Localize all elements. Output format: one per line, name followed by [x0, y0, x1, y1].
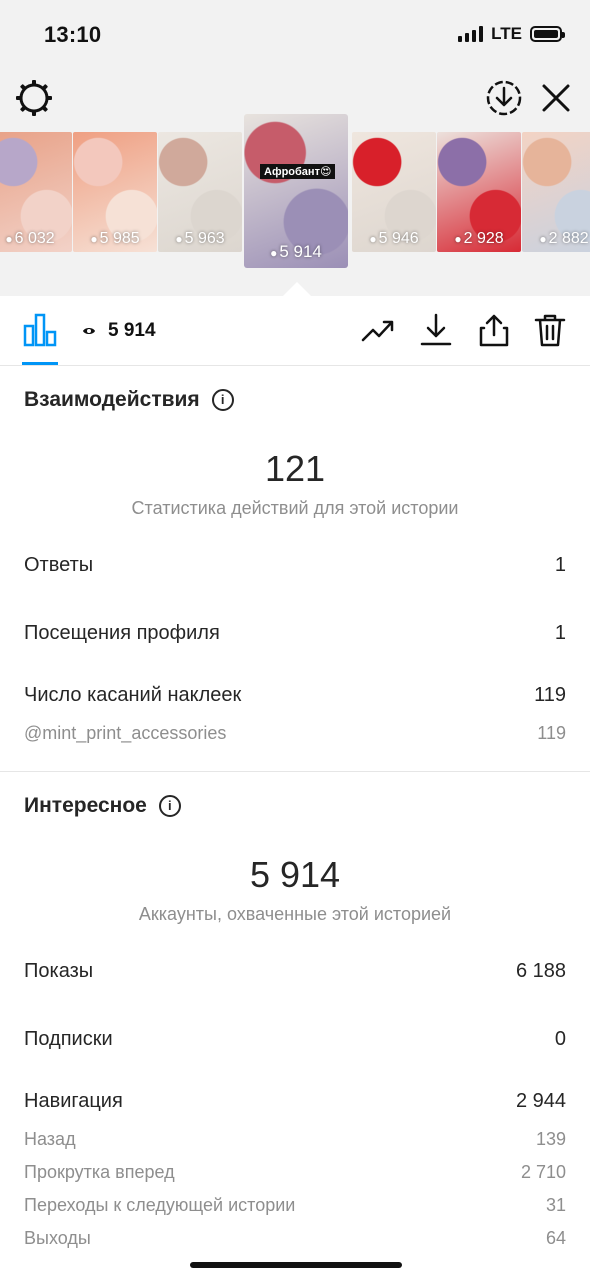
- story-thumbnail-active[interactable]: Афробант😍 ● 5 914: [244, 114, 348, 268]
- stat-row-replies: Ответы 1: [24, 554, 566, 577]
- story-caption: Афробант😍: [260, 164, 336, 179]
- trash-icon[interactable]: [532, 312, 568, 348]
- stat-label: Показы: [24, 960, 94, 982]
- story-views-value: 5 946: [378, 230, 419, 247]
- share-icon[interactable]: [476, 312, 512, 348]
- story-view-count: ● 6 032: [0, 230, 72, 248]
- stat-row-impressions: Показы 6 188: [24, 960, 566, 983]
- stat-value: 64: [545, 1228, 566, 1248]
- stat-value: 31: [545, 1195, 566, 1215]
- stat-value: 2 710: [520, 1162, 566, 1182]
- stat-value: 2 944: [515, 1090, 566, 1112]
- status-bar: 13:10 LTE: [0, 0, 590, 72]
- settings-gear-icon[interactable]: [14, 78, 54, 118]
- interactions-total: 121: [264, 448, 326, 489]
- story-view-count: ● 2 928: [437, 230, 521, 248]
- download-circle-icon[interactable]: [484, 78, 524, 118]
- story-views-value: 2 928: [463, 230, 504, 247]
- battery-icon: [530, 26, 565, 42]
- story-thumbnail[interactable]: ● 5 963: [158, 132, 242, 252]
- story-views-value: 5 963: [184, 230, 225, 247]
- story-view-count: ● 5 914: [244, 242, 348, 262]
- story-view-count: ● 5 985: [73, 230, 157, 248]
- stat-value: 6 188: [515, 960, 566, 982]
- stat-label: Переходы к следующей истории: [24, 1195, 296, 1215]
- stat-subrow-forward: Прокрутка вперед 2 710: [24, 1162, 566, 1183]
- info-icon[interactable]: i: [211, 389, 234, 411]
- trending-icon[interactable]: [360, 312, 396, 348]
- stat-subrow-next-story: Переходы к следующей истории 31: [24, 1195, 566, 1216]
- signal-icon: [458, 26, 484, 42]
- stat-subrow-exits: Выходы 64: [24, 1228, 566, 1249]
- stat-label: Ответы: [24, 554, 94, 576]
- stat-value: 0: [554, 1028, 566, 1050]
- network-label: LTE: [491, 24, 522, 43]
- home-indicator[interactable]: [190, 1262, 402, 1268]
- active-tab-indicator: [22, 362, 58, 365]
- stat-row-navigation: Навигация 2 944: [24, 1090, 566, 1113]
- story-view-count: ● 2 882: [522, 230, 590, 248]
- insights-toolbar: 5 914: [0, 296, 590, 366]
- discovery-subtitle: Аккаунты, охваченные этой историей: [138, 904, 452, 924]
- interactions-heading: Взаимодействия i: [24, 388, 234, 412]
- story-view-count: ● 5 963: [158, 230, 242, 248]
- discovery-total: 5 914: [249, 854, 341, 895]
- stat-row-follows: Подписки 0: [24, 1028, 566, 1051]
- stat-label: Выходы: [24, 1228, 91, 1248]
- stat-label: Назад: [24, 1129, 76, 1149]
- stat-row-profile-visits: Посещения профиля 1: [24, 622, 566, 645]
- stat-subrow-mention[interactable]: @mint_print_accessories 119: [24, 723, 566, 744]
- eye-icon: ●: [90, 232, 98, 246]
- story-views-value: 6 032: [14, 230, 55, 247]
- stat-value: 119: [537, 723, 566, 743]
- stat-row-sticker-taps: Число касаний наклеек 119: [24, 684, 566, 707]
- story-thumbnail[interactable]: ● 2 882: [522, 132, 590, 252]
- discovery-title: Интересное: [24, 794, 147, 817]
- story-views-value: 5 914: [279, 242, 322, 261]
- selection-caret: [283, 282, 311, 296]
- story-thumbnail[interactable]: ● 5 985: [73, 132, 157, 252]
- story-views-value: 5 985: [99, 230, 140, 247]
- eye-icon: ●: [270, 246, 278, 260]
- interactions-subtitle: Статистика действий для этой истории: [131, 498, 459, 518]
- bar-chart-icon[interactable]: [22, 312, 58, 348]
- eye-icon: [83, 328, 95, 334]
- stat-label: Подписки: [24, 1028, 113, 1050]
- story-thumbnail[interactable]: ● 6 032: [0, 132, 72, 252]
- eye-icon: ●: [175, 232, 183, 246]
- status-time: 13:10: [44, 22, 102, 47]
- story-header: ● 6 032 ● 5 985 ● 5 963 Афробант😍 ● 5 914 ● 5 946 ●…: [0, 72, 590, 296]
- section-divider: [0, 771, 590, 772]
- stat-value: 139: [535, 1129, 566, 1149]
- interactions-title: Взаимодействия: [24, 388, 200, 411]
- stat-label: Навигация: [24, 1090, 123, 1112]
- status-indicators: LTE: [458, 24, 565, 44]
- close-icon[interactable]: [538, 78, 574, 118]
- story-thumbnail[interactable]: ● 2 928: [437, 132, 521, 252]
- eye-icon: ●: [5, 232, 13, 246]
- stat-subrow-back: Назад 139: [24, 1129, 566, 1150]
- eye-icon: ●: [369, 232, 377, 246]
- story-views-value: 2 882: [548, 230, 589, 247]
- stat-value: 1: [554, 622, 566, 644]
- discovery-heading: Интересное i: [24, 794, 181, 818]
- stat-label: Число касаний наклеек: [24, 684, 242, 706]
- story-thumbnail[interactable]: ● 5 946: [352, 132, 436, 252]
- stat-label: Прокрутка вперед: [24, 1162, 175, 1182]
- stat-label: Посещения профиля: [24, 622, 220, 644]
- eye-icon: ●: [539, 232, 547, 246]
- stat-value: 1: [554, 554, 566, 576]
- stat-label: @mint_print_accessories: [24, 723, 227, 743]
- view-count: 5 914: [108, 320, 156, 341]
- info-icon[interactable]: i: [158, 795, 181, 817]
- eye-icon: ●: [454, 232, 462, 246]
- stat-value: 119: [534, 684, 566, 706]
- story-view-count: ● 5 946: [352, 230, 436, 248]
- story-thumbnails: ● 6 032 ● 5 985 ● 5 963 Афробант😍 ● 5 914 ● 5 946 ●…: [0, 114, 590, 296]
- download-icon[interactable]: [418, 312, 454, 348]
